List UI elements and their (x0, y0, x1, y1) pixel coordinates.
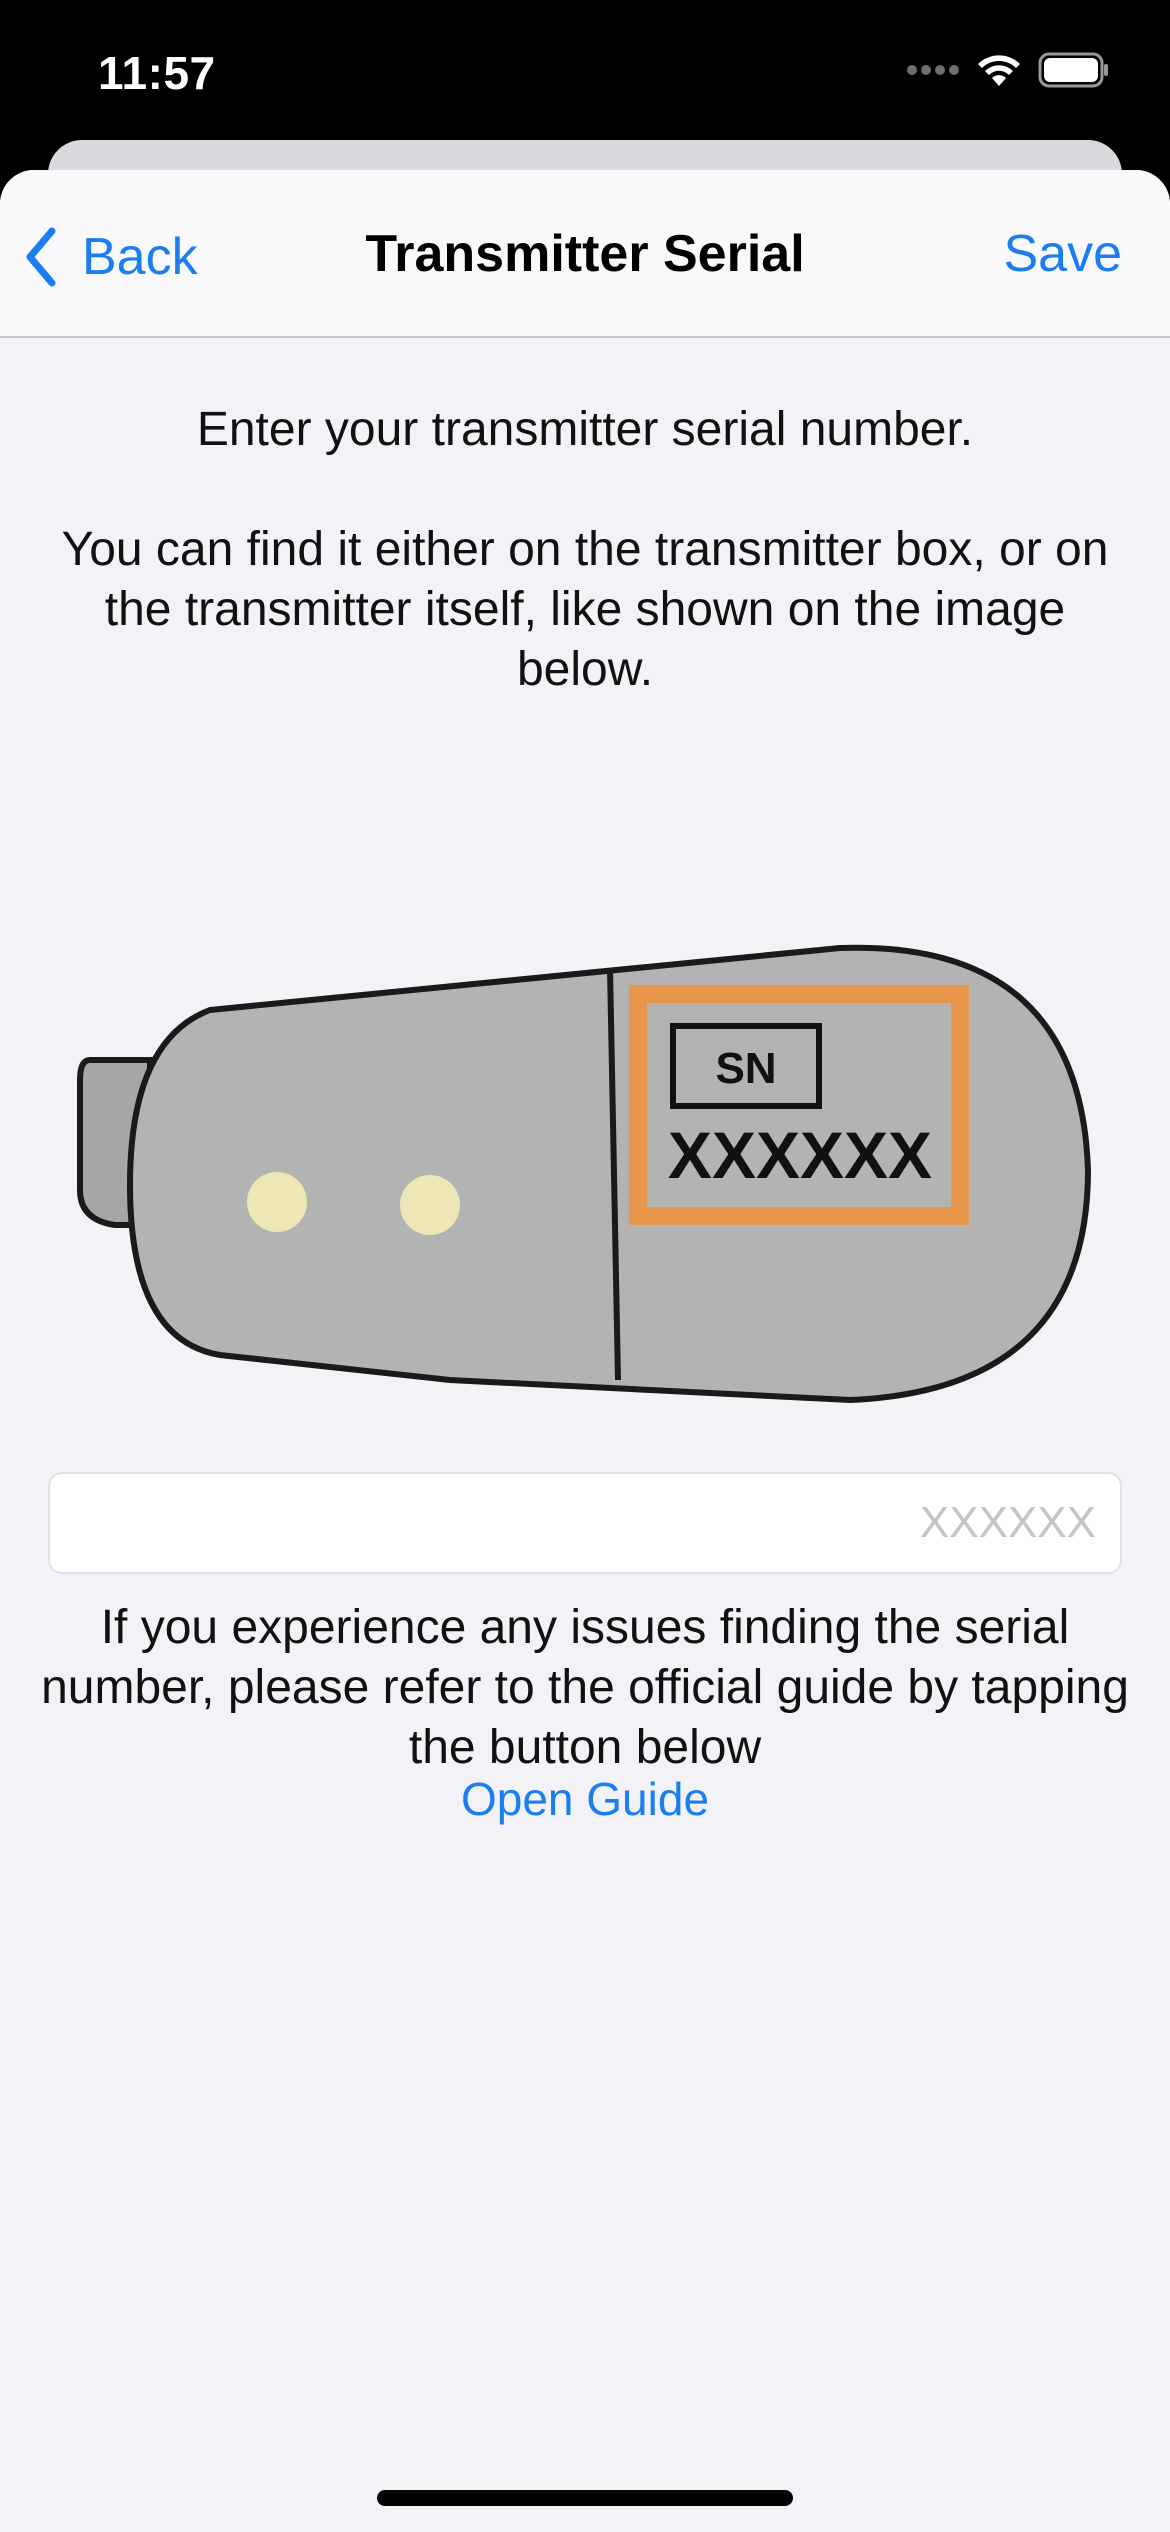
home-indicator[interactable] (377, 2490, 793, 2506)
save-button[interactable]: Save (1003, 224, 1122, 284)
modal-sheet: Back Transmitter Serial Save Enter your … (0, 170, 1170, 2532)
serial-field[interactable] (48, 1472, 1122, 1574)
contact-dot (400, 1175, 460, 1235)
contact-dot (247, 1172, 307, 1232)
status-icons (906, 52, 1110, 88)
navigation-bar: Back Transmitter Serial Save (0, 170, 1170, 338)
instruction-line-2: You can find it either on the transmitte… (61, 523, 1109, 696)
wifi-icon (978, 55, 1020, 86)
battery-icon (1038, 52, 1108, 88)
help-text: If you experience any issues finding the… (41, 1601, 1129, 1774)
open-guide-button[interactable]: Open Guide (0, 1772, 1170, 1826)
serial-sample: XXXXXX (668, 1118, 932, 1192)
page-title: Transmitter Serial (365, 225, 805, 283)
status-bar: 11:57 (0, 0, 1170, 140)
status-time: 11:57 (98, 47, 216, 99)
sn-label: SN (715, 1044, 776, 1093)
serial-input[interactable] (50, 1474, 1120, 1572)
instruction-line-1: Enter your transmitter serial number. (196, 403, 974, 456)
signal-dots-icon (907, 65, 959, 75)
transmitter-illustration: SN XXXXXX (77, 944, 1092, 1404)
